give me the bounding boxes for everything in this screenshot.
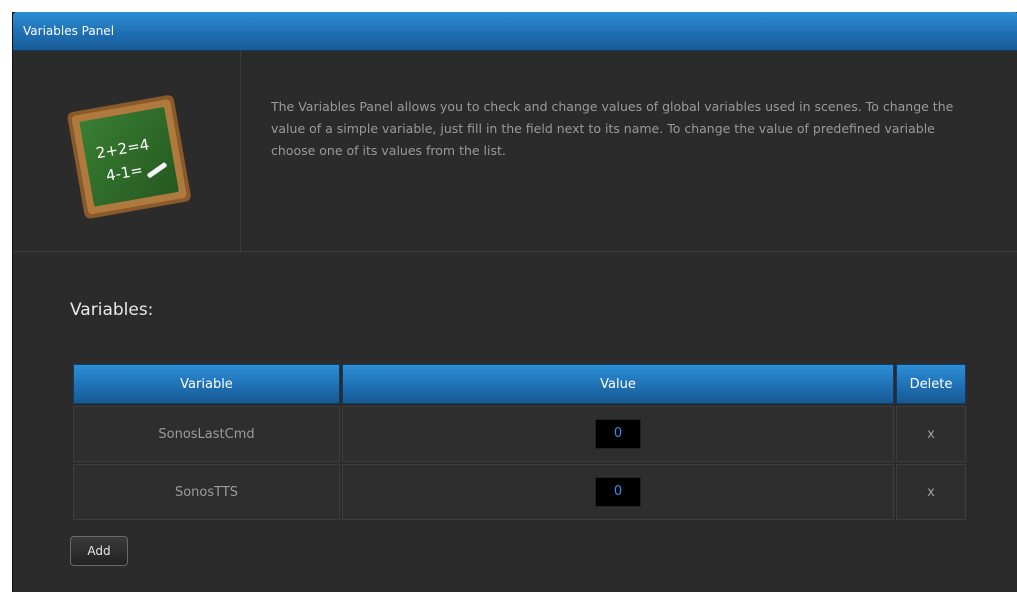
delete-cell: x (896, 406, 966, 462)
value-cell: 0 (342, 406, 894, 462)
chalkboard-icon: 2+2=4 4-1= (67, 95, 191, 219)
delete-button[interactable]: x (927, 427, 935, 442)
delete-cell: x (896, 464, 966, 520)
variable-name: SonosTTS (73, 464, 340, 520)
value-cell: 0 (342, 464, 894, 520)
column-header-value: Value (342, 364, 894, 404)
intro-section: 2+2=4 4-1= The Variables Panel allows yo… (13, 51, 1017, 252)
variables-heading: Variables: (70, 300, 154, 320)
variable-name: SonosLastCmd (73, 406, 340, 462)
table-row: SonosLastCmd 0 x (73, 406, 966, 462)
column-header-variable: Variable (73, 364, 340, 404)
column-header-delete: Delete (896, 364, 966, 404)
delete-button[interactable]: x (927, 485, 935, 500)
panel-title: Variables Panel (13, 12, 1017, 51)
panel-description: The Variables Panel allows you to check … (271, 99, 954, 158)
add-variable-button[interactable]: Add (70, 536, 128, 566)
value-input[interactable]: 0 (595, 477, 641, 507)
variables-panel: Variables Panel 2+2=4 4-1= The Variables… (12, 12, 1017, 592)
icon-cell: 2+2=4 4-1= (13, 51, 241, 251)
value-input[interactable]: 0 (595, 419, 641, 449)
table-row: SonosTTS 0 x (73, 464, 966, 520)
variables-table: Variable Value Delete SonosLastCmd 0 x S… (71, 362, 968, 522)
